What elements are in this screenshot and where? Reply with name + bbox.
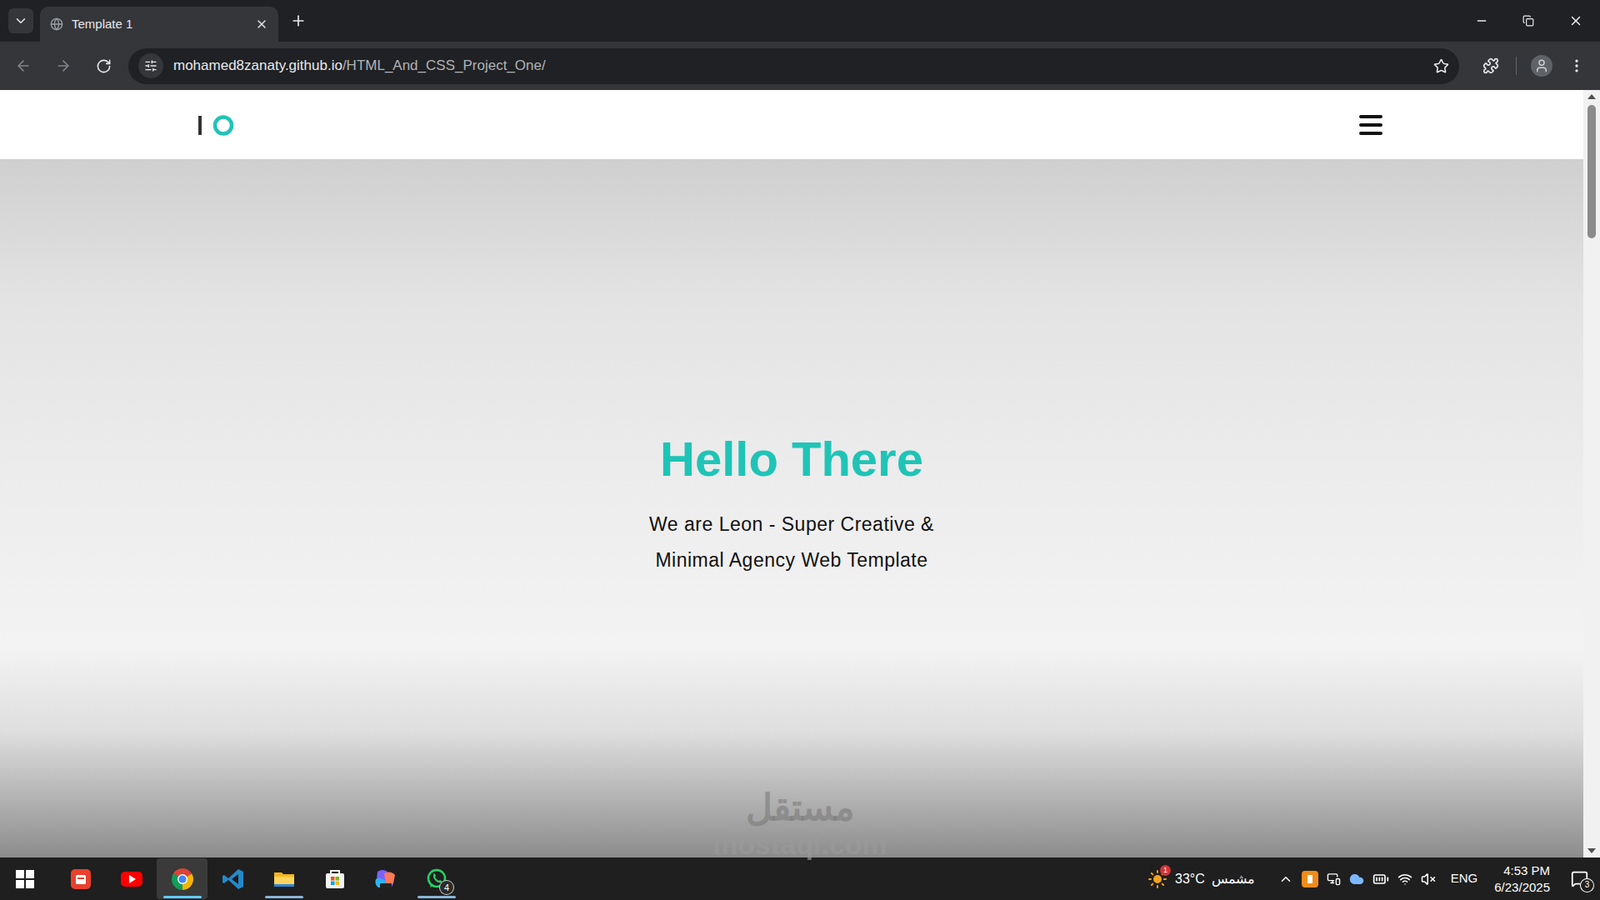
taskbar-app[interactable] [258, 858, 310, 900]
restore-icon [1522, 15, 1535, 27]
scrollbar-thumb[interactable] [1587, 105, 1596, 239]
hero-subtitle: We are Leon - Super Creative &Minimal Ag… [649, 506, 935, 579]
input-language[interactable]: ENG [1450, 869, 1479, 889]
taskbar: 4 1 33°C مشمس ENG 4:53 PM6/23/2025 3 [0, 857, 1600, 900]
clock[interactable]: 4:53 PM6/23/2025 [1494, 862, 1550, 896]
forward-button[interactable] [48, 50, 79, 81]
battery-icon[interactable] [1372, 870, 1390, 888]
tab-title: Template 1 [71, 15, 247, 35]
address-bar[interactable]: mohamed8zanaty.github.io/HTML_And_CSS_Pr… [128, 48, 1460, 85]
vscode-app-icon [220, 866, 246, 892]
bookmark-star-icon[interactable] [1433, 58, 1450, 75]
tab-search-button[interactable] [8, 8, 34, 34]
windows-logo-icon [15, 870, 35, 889]
scrollbar-track [1583, 103, 1600, 845]
running-indicator [417, 895, 456, 899]
weather-temperature: 33°C [1175, 869, 1205, 890]
close-window-icon [1568, 13, 1584, 29]
watermark-url: mostaql.com [712, 829, 888, 860]
phone-link-icon[interactable] [1326, 871, 1341, 886]
chevron-down-icon [13, 13, 29, 29]
site-header [0, 90, 1584, 160]
start-button[interactable] [3, 857, 47, 900]
window-controls [1458, 0, 1600, 42]
close-window-button[interactable] [1551, 0, 1600, 42]
running-indicator [163, 895, 202, 899]
globe-icon [50, 17, 64, 31]
hero-title: Hello There [660, 430, 924, 489]
weather-badge: 1 [1160, 865, 1171, 876]
desktop-screen: Template 1 mohamed8zanaty.github.io/HTML_… [0, 0, 1600, 900]
taskbar-app[interactable] [105, 858, 157, 900]
weather-widget[interactable]: 1 33°C مشمس [1141, 857, 1260, 900]
show-hidden-icons-icon[interactable] [1278, 871, 1294, 887]
onedrive-icon[interactable] [1349, 871, 1365, 887]
taskbar-apps: 4 [55, 857, 462, 900]
minimize-icon [1475, 14, 1489, 28]
taskbar-app[interactable] [156, 858, 208, 900]
new-tab-icon[interactable] [290, 12, 307, 30]
weather-condition: مشمس [1211, 869, 1255, 890]
file-explorer-app-icon [271, 866, 297, 892]
taskbar-app[interactable] [360, 858, 411, 900]
page-viewport: Hello There We are Leon - Super Creative … [0, 90, 1600, 858]
notification-count: 3 [1580, 879, 1594, 892]
clock-time: 4:53 PM [1503, 862, 1550, 880]
profile-button[interactable] [1525, 50, 1559, 81]
running-indicator [265, 895, 304, 899]
close-tab-icon[interactable] [255, 17, 269, 31]
hamburger-menu-button[interactable] [1356, 110, 1385, 140]
system-tray [1278, 857, 1436, 900]
volume-muted-icon[interactable] [1420, 871, 1436, 887]
taskbar-app[interactable] [207, 858, 259, 900]
tab-strip: Template 1 [0, 0, 1600, 42]
notification-center-button[interactable]: 3 [1565, 866, 1594, 892]
page-scrollbar[interactable] [1583, 90, 1600, 858]
browser-tab[interactable]: Template 1 [40, 6, 279, 42]
taskbar-app[interactable]: 4 [410, 858, 462, 900]
office-app-icon [69, 867, 93, 891]
watermark: مستقلmostaql.com [700, 787, 900, 861]
hero-subtitle-line: We are Leon - Super Creative & [649, 506, 935, 543]
hero-subtitle-line: Minimal Agency Web Template [655, 542, 928, 579]
wifi-icon[interactable] [1397, 871, 1413, 887]
microsoft-365-app-icon [372, 866, 400, 892]
site-info-icon[interactable] [144, 59, 158, 73]
hero-section: Hello There We are Leon - Super Creative … [0, 159, 1584, 858]
watermark-logo: مستقل [745, 787, 855, 828]
back-button[interactable] [8, 50, 39, 81]
restore-button[interactable] [1505, 0, 1552, 42]
browser-toolbar: mohamed8zanaty.github.io/HTML_And_CSS_Pr… [0, 41, 1600, 90]
browser-menu-button[interactable] [1561, 50, 1592, 81]
more-vertical-icon [1568, 57, 1585, 75]
taskbar-app[interactable] [55, 858, 106, 900]
web-page: Hello There We are Leon - Super Creative … [0, 90, 1584, 858]
app-badge: 4 [440, 880, 454, 895]
extensions-button[interactable] [1474, 50, 1508, 81]
minimize-button[interactable] [1458, 0, 1505, 42]
reload-button[interactable] [88, 50, 119, 81]
reload-icon [95, 58, 112, 75]
clock-date: 6/23/2025 [1494, 879, 1550, 896]
puzzle-icon [1482, 57, 1500, 75]
forward-arrow-icon [55, 57, 72, 75]
store-app-icon [322, 866, 348, 892]
url-text: mohamed8zanaty.github.io/HTML_And_CSS_Pr… [173, 55, 1424, 77]
taskbar-app[interactable] [309, 858, 360, 900]
chrome-app-icon [170, 866, 195, 892]
profile-avatar-icon [1534, 58, 1550, 74]
youtube-app-icon [119, 866, 145, 892]
back-arrow-icon [15, 57, 32, 75]
site-logo-icon[interactable] [198, 112, 235, 138]
